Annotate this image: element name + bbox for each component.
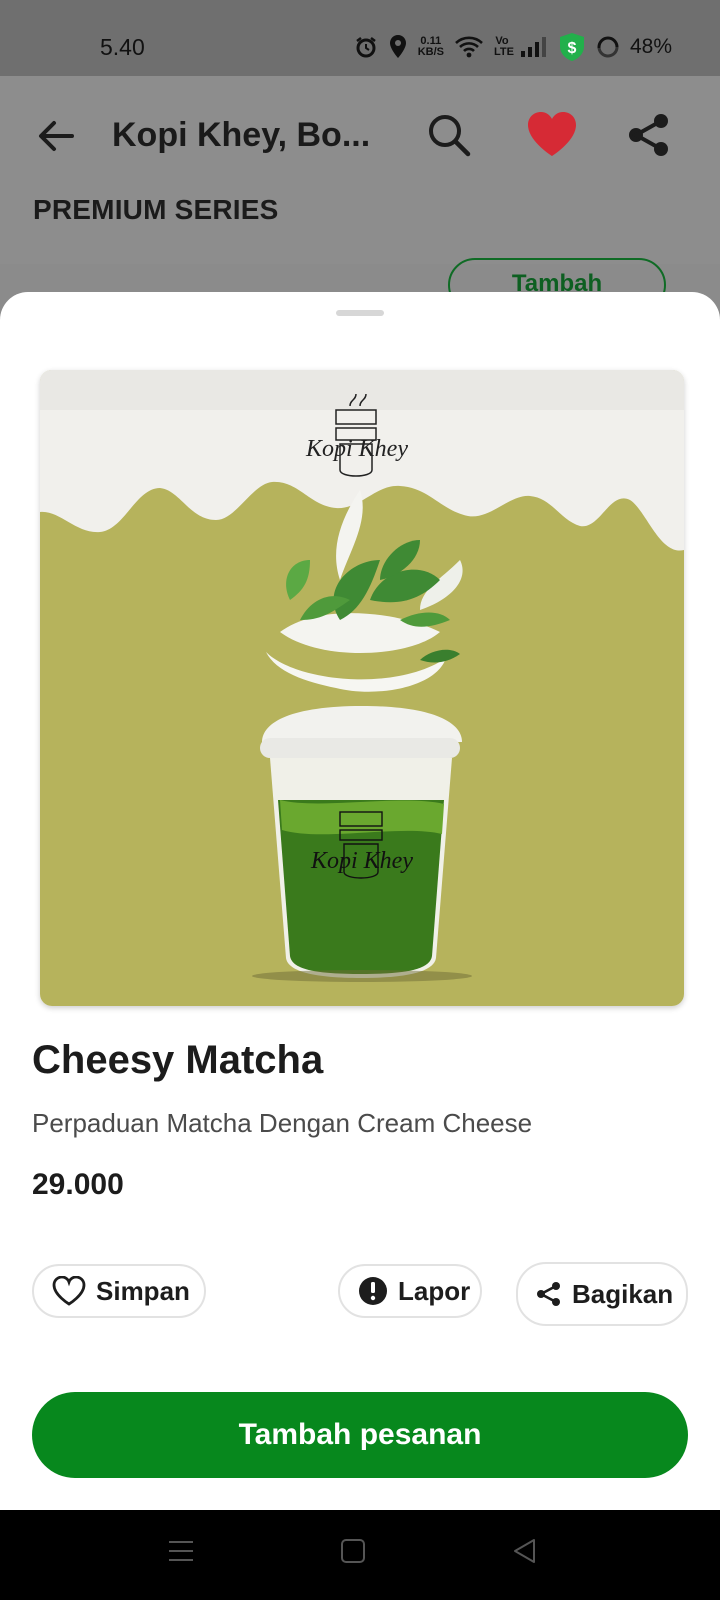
status-time: 5.40 <box>100 34 145 60</box>
back-arrow-icon[interactable] <box>36 116 76 156</box>
share-icon[interactable] <box>626 112 672 158</box>
report-label: Lapor <box>398 1275 471 1306</box>
share-label: Bagikan <box>572 1278 674 1309</box>
app-bar: Kopi Khey, Bo... PREMIUM SERIES <box>0 76 720 264</box>
heart-icon[interactable] <box>526 110 578 158</box>
page-title: Kopi Khey, Bo... <box>112 116 371 154</box>
shield-dollar-icon: $ <box>559 33 584 61</box>
save-button[interactable]: Simpan <box>32 1264 206 1318</box>
status-icons: 0.11 KB/S Vo LTE $ 48% <box>354 32 672 62</box>
product-description: Perpaduan Matcha Dengan Cream Cheese <box>32 1108 533 1138</box>
drag-handle[interactable] <box>336 310 384 316</box>
cup-logo-text: Kopi Khey <box>310 848 413 874</box>
save-label: Simpan <box>96 1275 190 1306</box>
add-to-order-button[interactable]: Tambah pesanan <box>32 1392 688 1478</box>
share-button[interactable]: Bagikan <box>516 1262 688 1326</box>
product-price: 29.000 <box>32 1168 124 1201</box>
logo-text: Kopi Khey <box>305 436 408 462</box>
battery-ring-icon <box>597 36 619 58</box>
status-bar: 5.40 0.11 KB/S Vo LTE $ 48% <box>0 0 720 76</box>
heart-outline-icon <box>52 1276 86 1306</box>
report-button[interactable]: Lapor <box>338 1264 482 1318</box>
product-image: Kopi Khey Kopi Khey <box>40 370 684 1006</box>
alarm-icon <box>355 37 376 58</box>
share-icon <box>537 1282 560 1306</box>
volte-label: Vo LTE <box>493 35 514 58</box>
battery-level: 48% <box>629 35 672 58</box>
location-icon <box>389 35 406 58</box>
signal-icon <box>520 37 546 57</box>
search-icon[interactable] <box>426 112 472 158</box>
svg-text:$: $ <box>568 40 577 57</box>
product-name: Cheesy Matcha <box>32 1038 324 1082</box>
alert-circle-icon <box>359 1277 387 1305</box>
net-speed: 0.11 KB/S <box>417 35 444 58</box>
menu-icon[interactable] <box>168 1538 194 1564</box>
product-bottom-sheet: Kopi Khey Kopi Khey Cheesy Matcha Perpad… <box>0 292 720 1510</box>
home-square-icon[interactable] <box>340 1538 366 1564</box>
section-title: PREMIUM SERIES <box>33 194 279 225</box>
system-nav-bar <box>0 1510 720 1600</box>
wifi-icon <box>455 36 483 58</box>
back-triangle-icon[interactable] <box>512 1538 538 1564</box>
